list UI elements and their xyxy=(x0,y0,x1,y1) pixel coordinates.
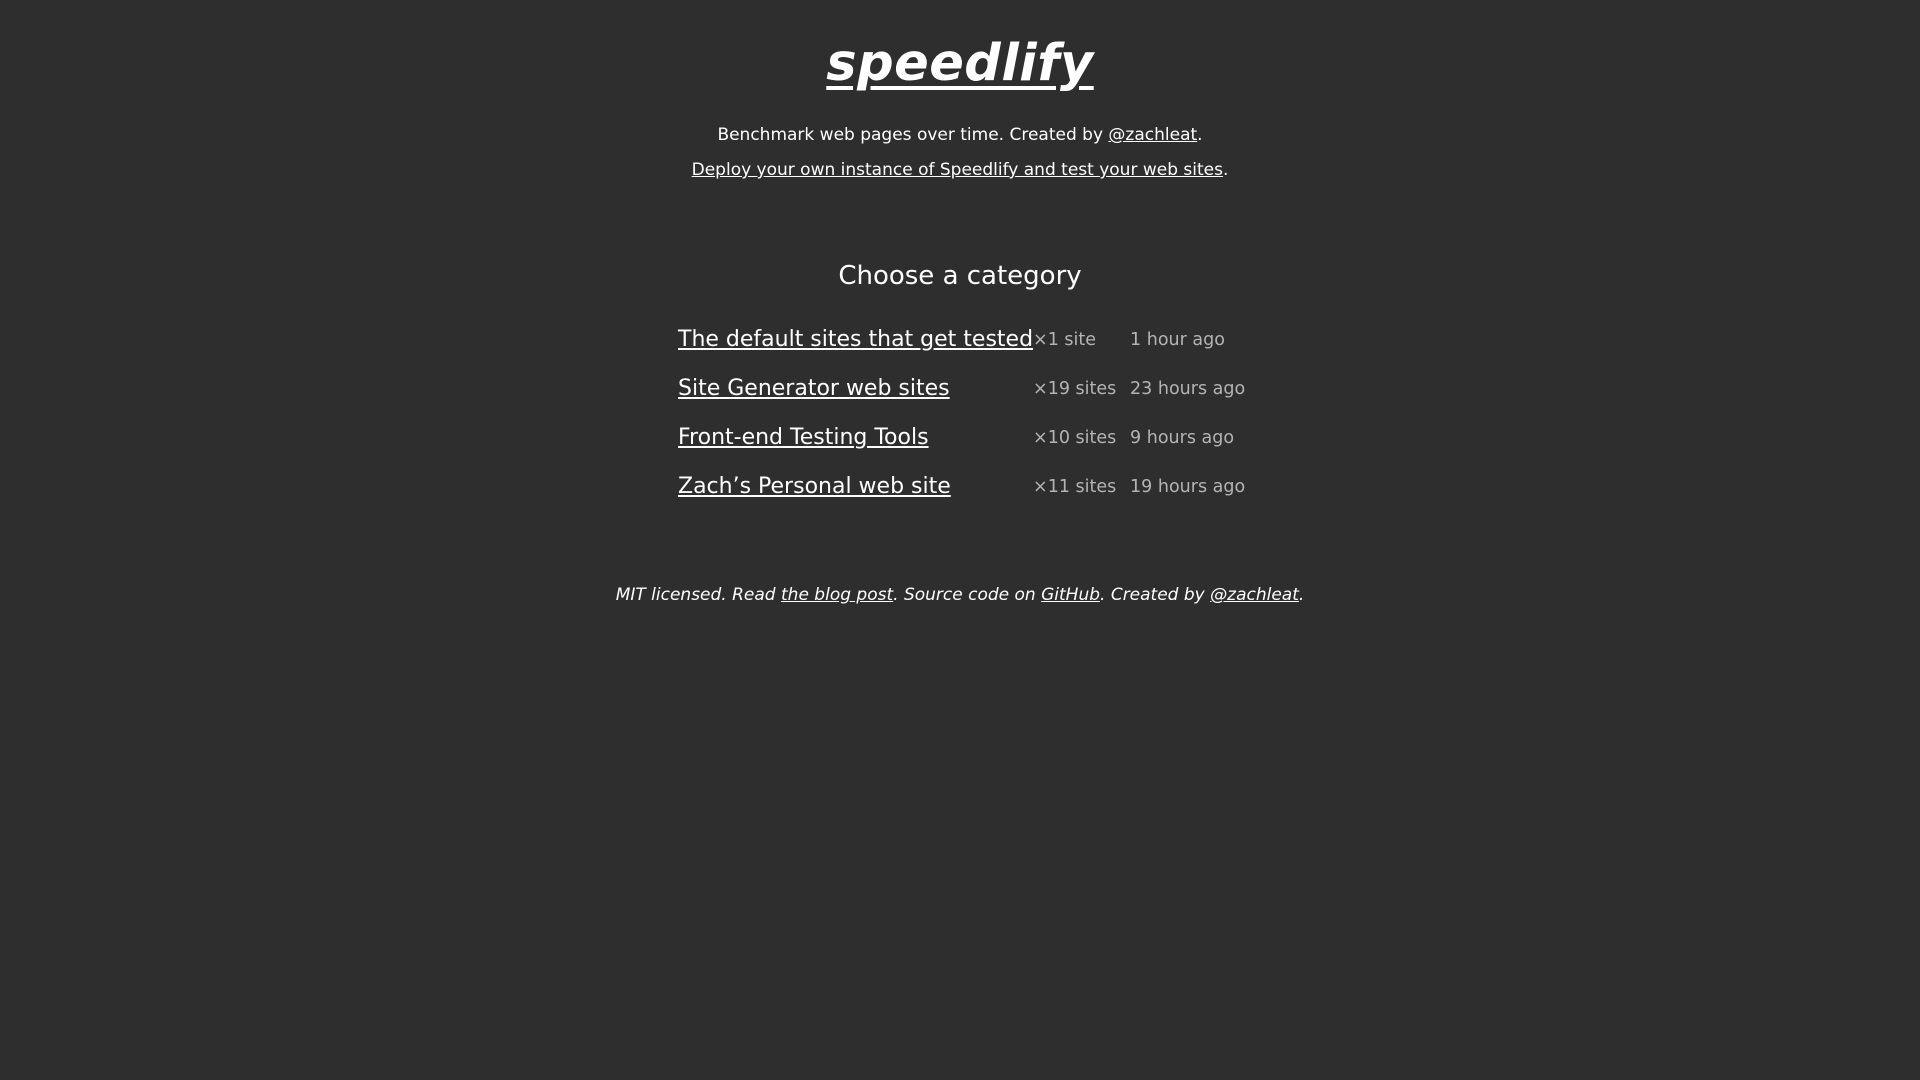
site-header: speedlify Benchmark web pages over time.… xyxy=(0,0,1920,181)
category-row: The default sites that get tested ×1 sit… xyxy=(678,315,1245,364)
category-row: Front-end Testing Tools ×10 sites 9 hour… xyxy=(678,413,1245,462)
footer-author-link[interactable]: @zachleat xyxy=(1210,585,1299,605)
site-logo-link[interactable]: speedlify xyxy=(826,32,1093,96)
category-link-default[interactable]: The default sites that get tested xyxy=(678,327,1033,352)
github-link[interactable]: GitHub xyxy=(1041,585,1100,605)
category-updated-time: 23 hours ago xyxy=(1130,378,1246,399)
footer-period: . xyxy=(1298,585,1305,605)
page: speedlify Benchmark web pages over time.… xyxy=(0,0,1920,1080)
author-link[interactable]: @zachleat xyxy=(1108,125,1197,145)
category-link-personal-site[interactable]: Zach’s Personal web site xyxy=(678,474,951,499)
category-heading: Choose a category xyxy=(838,261,1082,291)
deploy-link[interactable]: Deploy your own instance of Speedlify an… xyxy=(692,160,1223,180)
category-row: Zach’s Personal web site ×11 sites 19 ho… xyxy=(678,462,1245,511)
deploy-period: . xyxy=(1222,160,1229,180)
site-footer: MIT licensed. Read the blog post. Source… xyxy=(0,584,1920,606)
footer-text: MIT licensed. Read xyxy=(615,585,781,605)
tagline-text: Benchmark web pages over time. Created b… xyxy=(717,125,1109,145)
category-site-count: ×19 sites xyxy=(1033,378,1117,399)
category-updated-time: 19 hours ago xyxy=(1130,476,1246,497)
tagline-period: . xyxy=(1197,125,1203,145)
category-site-count: ×11 sites xyxy=(1033,476,1117,497)
footer-text: . Source code on xyxy=(893,585,1042,605)
category-row: Site Generator web sites ×19 sites 23 ho… xyxy=(678,364,1245,413)
category-link-site-generators[interactable]: Site Generator web sites xyxy=(678,376,950,401)
blog-post-link[interactable]: the blog post xyxy=(781,585,893,605)
category-list: The default sites that get tested ×1 sit… xyxy=(678,315,1245,511)
category-updated-time: 9 hours ago xyxy=(1130,427,1235,448)
tagline: Benchmark web pages over time. Created b… xyxy=(0,124,1920,146)
category-link-testing-tools[interactable]: Front-end Testing Tools xyxy=(678,425,929,450)
category-site-count: ×1 site xyxy=(1033,329,1097,350)
deploy-line: Deploy your own instance of Speedlify an… xyxy=(0,159,1920,181)
footer-text: . Created by xyxy=(1100,585,1211,605)
category-site-count: ×10 sites xyxy=(1033,427,1117,448)
category-updated-time: 1 hour ago xyxy=(1130,329,1225,350)
